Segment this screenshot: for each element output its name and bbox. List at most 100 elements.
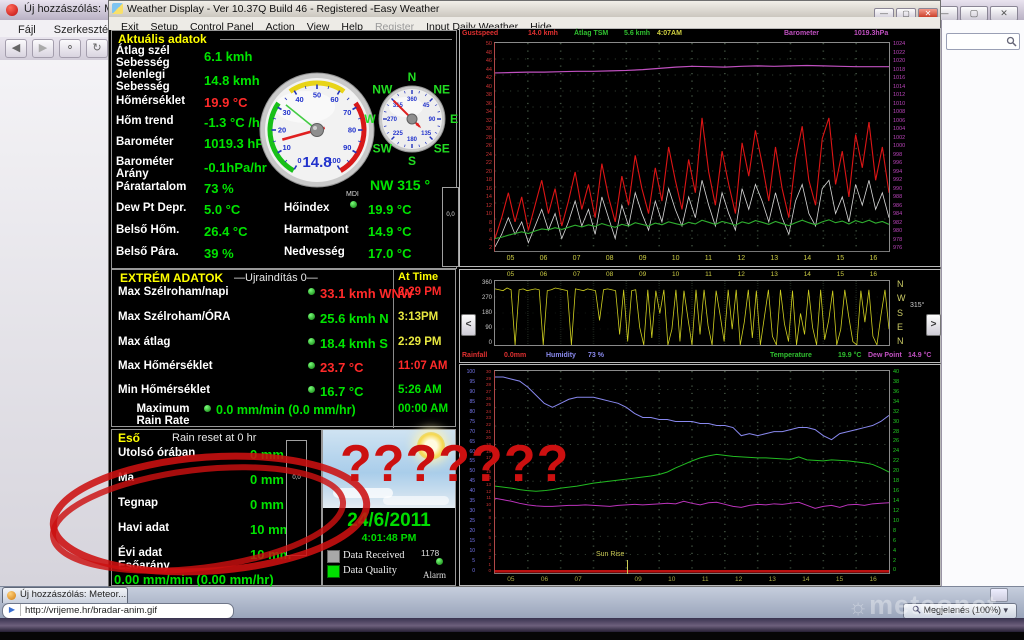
svg-text:N: N — [408, 71, 417, 84]
extreme-label: Max Szélroham/ÓRA — [118, 311, 298, 323]
search-icon[interactable] — [1006, 36, 1017, 47]
graph1-header-item: Átlag TSM — [574, 30, 608, 37]
key-icon[interactable]: ⚬ — [59, 39, 81, 58]
extreme-label: Max Hőmérséklet — [118, 360, 298, 372]
app-title-bar[interactable]: Weather Display - Ver 10.37Q Build 46 - … — [109, 1, 940, 18]
browser-menu-szerkesztés[interactable]: Szerkesztés — [54, 24, 114, 36]
graph1-header-item: Gustspeed — [462, 30, 498, 37]
svg-text:50: 50 — [313, 91, 321, 100]
rain-rate-minigauge: 0,0 — [442, 187, 459, 267]
current-label: Hőm trend — [116, 115, 202, 127]
svg-text:60: 60 — [330, 95, 338, 104]
browser-app-icon — [6, 4, 18, 16]
minigauge-label: 0,0 — [287, 475, 306, 481]
current-label: Hőmérséklet — [116, 95, 202, 107]
address-go-icon[interactable]: ▶ — [4, 604, 21, 616]
graph2-footer-item: 73 % — [588, 352, 604, 359]
graph2-compass-letters: NWSEN — [897, 280, 907, 346]
current-value: 73 % — [204, 181, 234, 196]
extreme-time: 3:13PM — [398, 311, 438, 323]
browser-bottom-tab[interactable]: Új hozzászólás: Meteor... — [2, 587, 128, 603]
graph2-footer-item: Rainfall — [462, 352, 487, 359]
graph3-humidity-axis: 1009590858075706560555045403530252015105… — [461, 370, 475, 574]
svg-text:30: 30 — [283, 108, 291, 117]
current-value: 19.9 °C — [368, 202, 412, 217]
rain-value: 0 mm — [250, 497, 284, 512]
graph2-heading-label: 315° — [910, 302, 924, 309]
rain-label: Ma — [118, 472, 228, 484]
mdi-label: MDI — [346, 191, 359, 198]
graph2-left-axis: 360270180900 — [468, 280, 492, 346]
rain-value: 0 mm — [250, 472, 284, 487]
graph2-footer-item: 14.9 °C — [908, 352, 931, 359]
current-label: Jelenlegi Sebesség — [116, 69, 202, 93]
status-dot — [308, 386, 315, 393]
graph-scroll-right-button[interactable]: > — [926, 314, 941, 336]
time-display: 4:01:48 PM — [323, 532, 455, 544]
status-dot — [204, 405, 211, 412]
series-dew_point_c — [495, 498, 889, 508]
browser-close-button[interactable]: ✕ — [990, 6, 1018, 21]
current-label: Belső Hőm. — [116, 224, 202, 236]
browser-maximize-button[interactable]: ▢ — [960, 6, 988, 21]
svg-text:W: W — [364, 112, 376, 126]
taskbar — [0, 632, 1024, 640]
data-quality-swatch — [327, 565, 340, 578]
temp-humidity-plot — [494, 370, 890, 574]
current-label: Harmatpont — [284, 224, 364, 236]
wind-direction-graph-panel: 050607080910111213141516360270180900 NWSE… — [459, 269, 941, 363]
current-label: Átlag szél Sebesség — [116, 45, 202, 69]
app-icon — [112, 3, 123, 14]
svg-text:270: 270 — [387, 117, 398, 123]
svg-text:40: 40 — [295, 95, 303, 104]
extreme-subheader: —Ujraindítás 0— — [234, 272, 318, 284]
svg-text:NW: NW — [372, 82, 393, 96]
extreme-value: 0.0 mm/min (0.0 mm/hr) — [216, 403, 356, 417]
wind-direction-plot — [494, 280, 890, 346]
svg-text:80: 80 — [348, 126, 356, 135]
status-dot — [308, 338, 315, 345]
rain-header: Eső — [118, 431, 140, 445]
rain-rate-label: Esőarány — [118, 560, 170, 572]
current-label: Barométer Arány — [116, 156, 202, 180]
rain-minigauge: 0,0 — [286, 440, 307, 556]
graph1-left-axis: 5048464442403836343230282624222018161412… — [470, 42, 492, 252]
address-bar[interactable]: http://vrijeme.hr/bradar-anim.gif — [2, 603, 234, 619]
svg-text:225: 225 — [393, 131, 404, 137]
sky-clock-panel: 24/6/20114:01:48 PMData Received1178Data… — [322, 429, 456, 586]
current-value: 39 % — [204, 246, 234, 261]
current-label: Dew Pt Depr. — [116, 202, 202, 214]
browser-menu-fájl[interactable]: Fájl — [18, 24, 36, 36]
wind-direction-text: NW 315 ° — [370, 177, 430, 193]
current-label: Nedvesség — [284, 246, 364, 258]
forward-icon[interactable]: ▶ — [32, 39, 54, 58]
sun-icon — [417, 432, 445, 460]
wind-barometer-graph-panel: Gustspeed14.0 kmhÁtlag TSM5.6 kmh4:07AMB… — [459, 28, 941, 267]
browser-search-input[interactable] — [946, 33, 1020, 50]
current-label: Belső Pára. — [116, 246, 202, 258]
back-icon[interactable]: ◀ — [5, 39, 27, 58]
status-dot — [308, 313, 315, 320]
svg-text:E: E — [450, 112, 458, 126]
svg-text:135: 135 — [421, 131, 432, 137]
rain-rate-value: 0.00 mm/min (0.00 mm/hr) — [114, 572, 274, 587]
extreme-data-panel: EXTRÉM ADATOK—Ujraindítás 0—At TimeMax S… — [111, 269, 456, 427]
svg-text:70: 70 — [343, 108, 351, 117]
date-display: 24/6/2011 — [323, 510, 455, 532]
graph2-x-axis: 050607080910111213141516 — [494, 271, 890, 278]
tab-title: Új hozzászólás: Meteor... — [20, 588, 126, 602]
address-url[interactable]: http://vrijeme.hr/bradar-anim.gif — [25, 604, 157, 617]
rain-label: Évi adat — [118, 547, 228, 559]
graph-scroll-left-button[interactable]: < — [461, 314, 476, 336]
cloud — [383, 496, 449, 505]
rain-label: Utolsó órában — [118, 447, 228, 459]
mdi-indicator — [350, 201, 357, 208]
reload-icon[interactable]: ↻ — [86, 39, 108, 58]
current-value: 6.1 kmh — [204, 49, 252, 64]
wind-direction-compass: 3604590135180225270315NNEESESSWWNW — [364, 71, 460, 167]
minigauge-label: 0,0 — [443, 212, 458, 218]
extreme-value: 16.7 °C — [320, 384, 364, 399]
series-temperature_c — [495, 454, 889, 491]
current-value: 17.0 °C — [368, 246, 412, 261]
rain-reset-label: Rain reset at 0 hr — [172, 432, 256, 444]
